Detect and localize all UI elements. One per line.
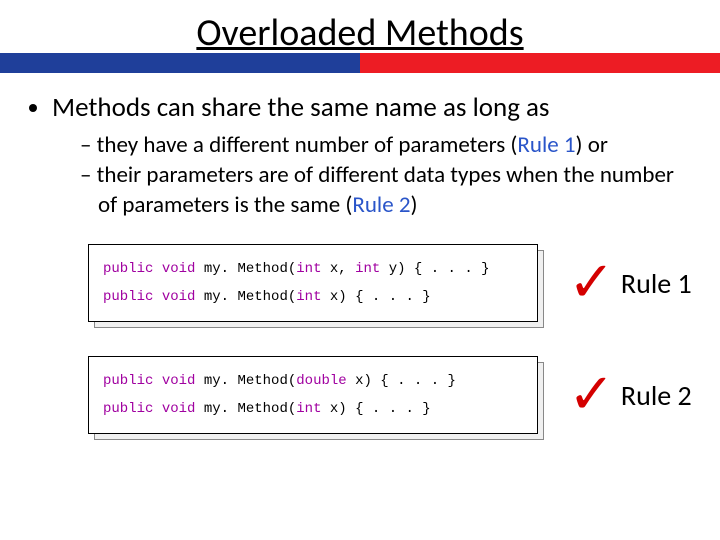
rule-1-ref: Rule 1 — [517, 131, 575, 159]
divider-bar-left — [0, 53, 360, 73]
slide: Overloaded Methods Methods can share the… — [0, 10, 720, 540]
code1-line1: public void my. Method(int x, int y) { .… — [103, 255, 523, 283]
divider-bar-right — [360, 53, 720, 73]
rule-2-ref: Rule 2 — [352, 191, 410, 219]
bullet-main-text: Methods can share the same name as long … — [52, 91, 550, 124]
code1-line2: public void my. Method(int x) { . . . } — [103, 283, 523, 311]
sub-bullet-1: they have a different number of paramete… — [80, 131, 692, 161]
slide-title: Overloaded Methods — [0, 10, 720, 56]
sub-bullet-list: they have a different number of paramete… — [52, 131, 692, 221]
content-area: Methods can share the same name as long … — [0, 73, 720, 434]
sub-bullet-2: their parameters are of different data t… — [80, 161, 692, 221]
bullet-main: Methods can share the same name as long … — [52, 91, 692, 220]
rule-2-label: Rule 2 — [621, 378, 692, 413]
checkmark-icon: ✓ — [568, 255, 615, 311]
code2-line1: public void my. Method(double x) { . . .… — [103, 367, 523, 395]
code-box-2: public void my. Method(double x) { . . .… — [88, 356, 538, 434]
code-box-wrap-2: public void my. Method(double x) { . . .… — [88, 356, 538, 434]
code-row-2: public void my. Method(double x) { . . .… — [88, 356, 692, 434]
rule-1-label: Rule 1 — [621, 266, 692, 301]
code2-line2: public void my. Method(int x) { . . . } — [103, 395, 523, 423]
checkmark-icon: ✓ — [568, 367, 615, 423]
code-row-1: public void my. Method(int x, int y) { .… — [88, 244, 692, 322]
code-box-wrap-1: public void my. Method(int x, int y) { .… — [88, 244, 538, 322]
divider-bar — [0, 53, 720, 73]
code-box-1: public void my. Method(int x, int y) { .… — [88, 244, 538, 322]
bullet-list: Methods can share the same name as long … — [28, 91, 692, 220]
